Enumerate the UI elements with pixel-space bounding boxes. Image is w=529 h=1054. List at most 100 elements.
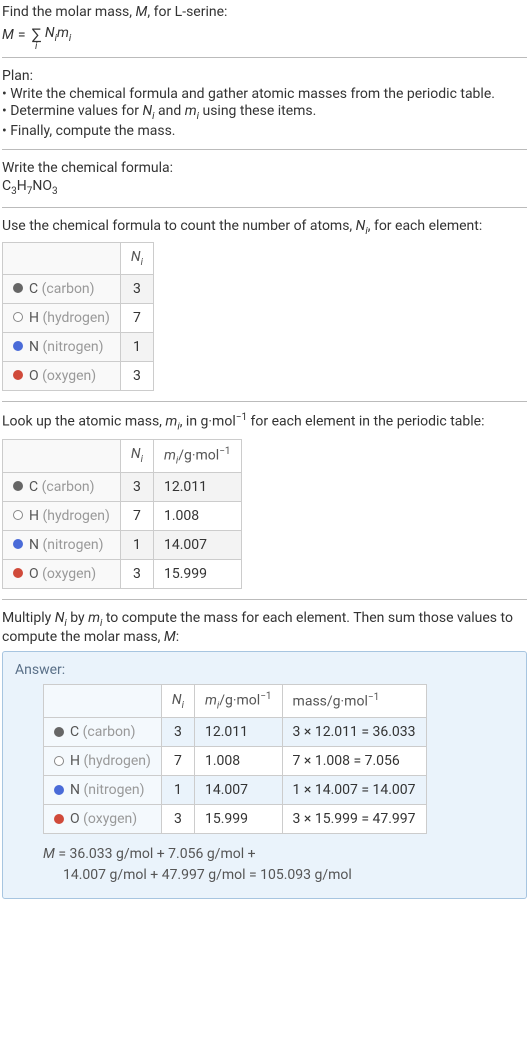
- page-root: Find the molar mass, M, for L-serine: M …: [0, 0, 529, 907]
- element-swatch-icon: [13, 341, 23, 351]
- element-swatch-icon: [13, 481, 23, 491]
- cell-mi: 1.008: [194, 747, 282, 776]
- element-swatch-icon: [54, 727, 64, 737]
- cell-Ni: 3: [161, 805, 194, 834]
- cell-mi: 14.007: [153, 531, 241, 560]
- element-swatch-icon: [13, 312, 23, 322]
- cell-mass: 3 × 15.999 = 47.997: [282, 805, 426, 834]
- element-label: N (nitrogen): [3, 333, 121, 362]
- plan-item-3: • Finally, compute the mass.: [2, 123, 527, 139]
- cell-mi: 15.999: [153, 560, 241, 589]
- cell-Ni: 1: [120, 531, 153, 560]
- count-table: Ni C (carbon)3H (hydrogen)7N (nitrogen)1…: [2, 242, 154, 391]
- formula-title: Write the chemical formula:: [2, 160, 527, 176]
- table-row: H (hydrogen)71.0087 × 1.008 = 7.056: [44, 747, 427, 776]
- cell-Ni: 1: [161, 776, 194, 805]
- cell-Ni: 1: [120, 333, 153, 362]
- table-row: N (nitrogen)1: [3, 333, 154, 362]
- table-row: O (oxygen)315.9993 × 15.999 = 47.997: [44, 805, 427, 834]
- plan-item-1: • Write the chemical formula and gather …: [2, 86, 527, 102]
- table-row: C (carbon)312.0113 × 12.011 = 36.033: [44, 718, 427, 747]
- cell-mi: 15.999: [194, 805, 282, 834]
- element-label: H (hydrogen): [44, 747, 162, 776]
- element-label: O (oxygen): [44, 805, 162, 834]
- table-header-mi: mi/g·mol−1: [194, 684, 282, 717]
- element-swatch-icon: [54, 814, 64, 824]
- cell-mass: 7 × 1.008 = 7.056: [282, 747, 426, 776]
- element-label: N (nitrogen): [3, 531, 121, 560]
- intro-text-post: , for L-serine:: [147, 4, 227, 20]
- element-label: H (hydrogen): [3, 502, 121, 531]
- element-label: C (carbon): [3, 275, 121, 304]
- cell-mi: 12.011: [194, 718, 282, 747]
- element-label: H (hydrogen): [3, 304, 121, 333]
- eq-N: N: [45, 25, 55, 41]
- plan-item-2: • Determine values for Ni and mi using t…: [2, 103, 527, 122]
- eq-m: m: [57, 25, 69, 41]
- plan-list: • Write the chemical formula and gather …: [2, 86, 527, 139]
- element-swatch-icon: [13, 568, 23, 578]
- answer-table: Ni mi/g·mol−1 mass/g·mol−1 C (carbon)312…: [43, 684, 427, 834]
- table-row: H (hydrogen)71.008: [3, 502, 242, 531]
- element-swatch-icon: [13, 539, 23, 549]
- cell-Ni: 7: [161, 747, 194, 776]
- cell-Ni: 3: [161, 718, 194, 747]
- cell-mass: 1 × 14.007 = 14.007: [282, 776, 426, 805]
- table-row: C (carbon)312.011: [3, 473, 242, 502]
- divider: [2, 401, 527, 402]
- element-label: C (carbon): [3, 473, 121, 502]
- table-header-mass: mass/g·mol−1: [282, 684, 426, 717]
- cell-mass: 3 × 12.011 = 36.033: [282, 718, 426, 747]
- table-header-blank: [3, 439, 121, 472]
- table-header-Ni: Ni: [120, 243, 153, 275]
- cell-Ni: 3: [120, 560, 153, 589]
- divider: [2, 599, 527, 600]
- eq-equals: =: [18, 27, 26, 43]
- count-title: Use the chemical formula to count the nu…: [2, 218, 527, 237]
- cell-Ni: 3: [120, 473, 153, 502]
- mass-lookup-title: Look up the atomic mass, mi, in g·mol−1 …: [2, 412, 527, 432]
- answer-label: Answer:: [15, 662, 514, 678]
- element-label: C (carbon): [44, 718, 162, 747]
- cell-mi: 1.008: [153, 502, 241, 531]
- divider: [2, 207, 527, 208]
- divider: [2, 57, 527, 58]
- chemical-formula: C3H7NO3: [2, 178, 527, 197]
- element-swatch-icon: [13, 283, 23, 293]
- table-row: O (oxygen)315.999: [3, 560, 242, 589]
- cell-mi: 12.011: [153, 473, 241, 502]
- divider: [2, 149, 527, 150]
- table-header-Ni: Ni: [120, 439, 153, 472]
- table-header-blank: [44, 684, 162, 717]
- answer-final: M = 36.033 g/mol + 7.056 g/mol + 14.007 …: [43, 844, 514, 886]
- element-label: N (nitrogen): [44, 776, 162, 805]
- element-swatch-icon: [54, 785, 64, 795]
- table-row: C (carbon)3: [3, 275, 154, 304]
- intro-M: M: [136, 4, 148, 20]
- element-swatch-icon: [54, 756, 64, 766]
- sigma-icon: ∑ i: [32, 27, 41, 52]
- element-label: O (oxygen): [3, 560, 121, 589]
- cell-Ni: 7: [120, 502, 153, 531]
- cell-mi: 14.007: [194, 776, 282, 805]
- element-swatch-icon: [13, 370, 23, 380]
- intro-text-pre: Find the molar mass,: [2, 4, 136, 20]
- table-row: N (nitrogen)114.007: [3, 531, 242, 560]
- table-row: N (nitrogen)114.0071 × 14.007 = 14.007: [44, 776, 427, 805]
- eq-M: M: [2, 27, 14, 43]
- table-header-blank: [3, 243, 121, 275]
- table-row: O (oxygen)3: [3, 362, 154, 391]
- table-row: H (hydrogen)7: [3, 304, 154, 333]
- element-swatch-icon: [13, 510, 23, 520]
- intro-line: Find the molar mass, M, for L-serine:: [2, 4, 527, 20]
- atomic-mass-table: Ni mi/g·mol−1 C (carbon)312.011H (hydrog…: [2, 439, 242, 589]
- table-header-Ni: Ni: [161, 684, 194, 717]
- plan-title: Plan:: [2, 68, 527, 84]
- cell-Ni: 7: [120, 304, 153, 333]
- element-label: O (oxygen): [3, 362, 121, 391]
- multiply-title: Multiply Ni by mi to compute the mass fo…: [2, 610, 527, 645]
- answer-box: Answer: Ni mi/g·mol−1 mass/g·mol−1 C (ca…: [2, 651, 527, 899]
- intro-equation: M = ∑ i Nimi: [2, 22, 527, 47]
- table-header-mi: mi/g·mol−1: [153, 439, 241, 472]
- cell-Ni: 3: [120, 275, 153, 304]
